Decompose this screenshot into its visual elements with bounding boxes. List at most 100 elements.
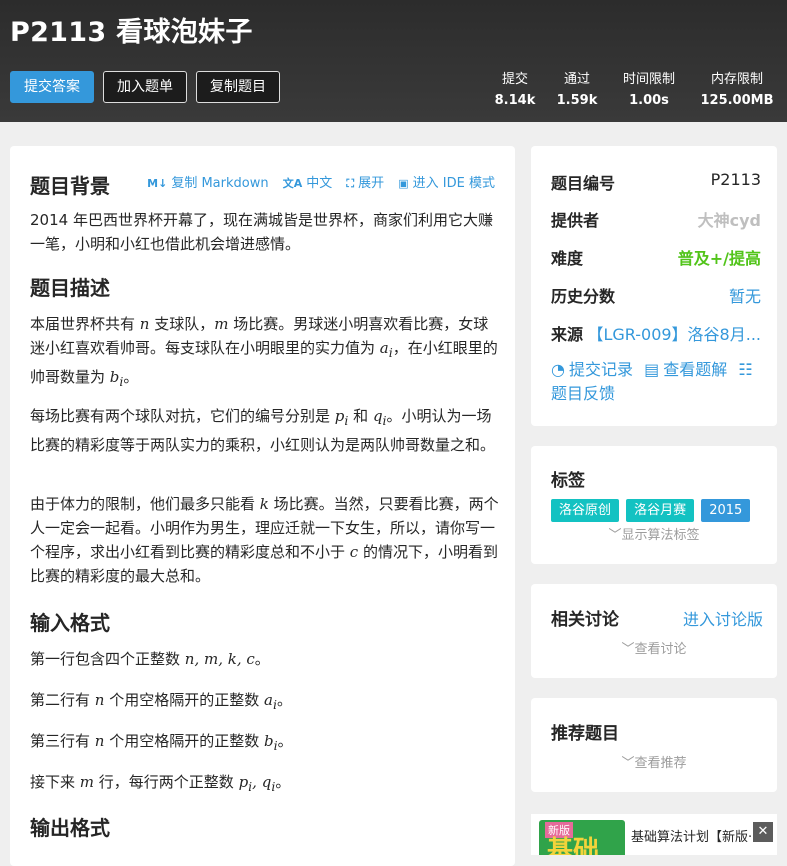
math: n: [94, 691, 105, 709]
recommendation-card: 推荐题目 ﹀查看推荐: [531, 698, 777, 792]
math: q: [261, 773, 272, 791]
text: 和: [348, 407, 373, 425]
math: k: [259, 495, 269, 513]
math: c: [349, 543, 359, 561]
stat-value: 125.00MB: [700, 93, 774, 108]
view-recommendation-toggle[interactable]: ﹀查看推荐: [531, 752, 777, 771]
text: 第一行包含四个正整数: [30, 650, 185, 668]
stat-label: 提交: [501, 72, 528, 87]
pie-chart-icon: ◔: [551, 360, 565, 379]
text: 。: [123, 368, 139, 386]
statement-tools: M↓ 复制 Markdown 文A 中文 ⛶ 展开 ▣ 进入 IDE 模式: [137, 172, 495, 191]
show-algorithm-tags-toggle[interactable]: ﹀显示算法标签: [531, 524, 777, 543]
tag[interactable]: 2015: [701, 499, 751, 522]
chevron-down-icon: ﹀: [608, 528, 622, 543]
close-icon[interactable]: ✕: [753, 822, 773, 842]
copy-markdown-link[interactable]: M↓ 复制 Markdown: [147, 176, 268, 191]
language-label: 中文: [306, 176, 333, 191]
problem-statement-card: 题目背景 M↓ 复制 Markdown 文A 中文 ⛶ 展开 ▣ 进入 IDE 模式 2…: [10, 146, 515, 866]
input-line-3: 第三行有 n 个用空格隔开的正整数 bi。: [30, 729, 500, 758]
text: 个用空格隔开的正整数: [104, 691, 264, 709]
terminal-icon: ▣: [398, 177, 409, 190]
expand-link[interactable]: ⛶ 展开: [346, 176, 384, 191]
chevron-down-icon: ﹀: [621, 642, 635, 657]
enter-discussion-link[interactable]: 进入讨论版: [683, 606, 763, 630]
math: b: [264, 732, 274, 750]
description-paragraph-1: 本届世界杯共有 n 支球队，m 场比赛。男球迷小明喜欢看比赛，女球迷小红喜欢看帅…: [30, 312, 500, 394]
text: 个用空格隔开的正整数: [104, 732, 264, 750]
info-row-source: 来源 【LGR-009】洛谷8月...: [551, 321, 761, 345]
tag[interactable]: 洛谷原创: [551, 499, 620, 522]
language-link[interactable]: 文A 中文: [283, 176, 333, 191]
markdown-icon: M↓: [147, 177, 168, 190]
math: n, m, k, c: [184, 650, 255, 668]
text: 接下来: [30, 773, 80, 791]
toggle-label: 查看讨论: [634, 642, 687, 657]
list-icon: ☷: [738, 360, 753, 379]
text: 。: [275, 773, 291, 791]
stat-submissions: 提交 8.14k: [492, 68, 538, 108]
discussion-card: 相关讨论 进入讨论版 ﹀查看讨论: [531, 584, 777, 678]
stat-memory-limit: 内存限制 125.00MB: [700, 68, 774, 108]
toggle-label: 显示算法标签: [621, 528, 700, 543]
text: 支球队，: [149, 315, 215, 333]
feedback-label: 题目反馈: [551, 384, 616, 403]
score-value: 暂无: [728, 287, 761, 306]
text: 由于体力的限制，他们最多只能看: [30, 495, 260, 513]
toggle-label: 查看推荐: [634, 756, 687, 771]
submission-records-link[interactable]: ◔ 提交记录: [551, 360, 633, 379]
problem-info-card: 题目编号 P2113 提供者 大神cyd 难度 普及+/提高 历史分数 暂无 来…: [531, 146, 777, 426]
provider-link[interactable]: 大神cyd: [698, 207, 761, 231]
stat-label: 时间限制: [622, 72, 675, 87]
add-to-list-button[interactable]: 加入题单: [103, 71, 187, 103]
solutions-label: 查看题解: [663, 360, 728, 379]
math: q: [372, 407, 383, 425]
description-paragraph-2: 每场比赛有两个球队对抗，它们的编号分别是 pi 和 qi。小明认为一场比赛的精彩…: [30, 404, 500, 457]
background-heading: 题目背景: [30, 174, 110, 198]
math: n: [94, 732, 105, 750]
difficulty-value: 普及+/提高: [677, 249, 761, 268]
source-link[interactable]: 【LGR-009】洛谷8月...: [587, 321, 761, 345]
tags-card: 标签 洛谷原创 洛谷月赛 2015 ﹀显示算法标签: [531, 446, 777, 564]
text: 第二行有: [30, 691, 95, 709]
view-solutions-link[interactable]: ▤ 查看题解: [644, 360, 727, 379]
expand-icon: ⛶: [346, 177, 355, 190]
copy-problem-button[interactable]: 复制题目: [196, 71, 280, 103]
promo-banner[interactable]: 新版 基础 基础算法计划【新版·已 ✕: [531, 814, 777, 855]
stat-value: 1.00s: [629, 93, 669, 108]
math: p: [238, 773, 249, 791]
recommendation-heading: 推荐题目: [551, 724, 619, 744]
text: 。: [276, 691, 292, 709]
math: m: [214, 315, 229, 333]
info-row-provider: 提供者 大神cyd: [551, 207, 761, 231]
description-paragraph-3: 由于体力的限制，他们最多只能看 k 场比赛。当然，只要看比赛，两个人一定会一起看…: [30, 492, 500, 588]
text: 行，每行两个正整数: [94, 773, 239, 791]
view-discussion-toggle[interactable]: ﹀查看讨论: [531, 638, 777, 657]
text: 。: [254, 650, 270, 668]
ide-mode-link[interactable]: ▣ 进入 IDE 模式: [398, 176, 495, 191]
records-label: 提交记录: [568, 360, 633, 379]
stat-value: 1.59k: [556, 93, 598, 108]
translate-icon: 文A: [282, 177, 303, 190]
ide-mode-label: 进入 IDE 模式: [412, 176, 495, 191]
text: 本届世界杯共有: [30, 315, 140, 333]
promo-thumb-text: 基础: [547, 836, 600, 855]
math: p: [334, 407, 345, 425]
book-icon: ▤: [644, 360, 660, 379]
chevron-down-icon: ﹀: [621, 756, 635, 771]
tag[interactable]: 洛谷月赛: [626, 499, 695, 522]
info-links: ◔ 提交记录 ▤ 查看题解 ☷ 题目反馈: [551, 358, 763, 406]
submit-answer-button[interactable]: 提交答案: [10, 71, 94, 103]
problem-title: P2113 看球泡妹子: [10, 17, 253, 48]
info-label: 提供者: [551, 211, 600, 230]
math: a: [379, 339, 389, 357]
info-label: 来源: [551, 325, 584, 344]
input-format-heading: 输入格式: [30, 611, 110, 635]
problem-header: P2113 看球泡妹子 提交答案 加入题单 复制题目 提交 8.14k 通过 1…: [0, 0, 787, 122]
stat-label: 内存限制: [710, 72, 763, 87]
info-value: P2113: [710, 170, 761, 189]
tag-list: 洛谷原创 洛谷月赛 2015: [551, 499, 752, 522]
info-label: 难度: [551, 249, 584, 268]
tags-heading: 标签: [551, 471, 585, 491]
stat-value: 8.14k: [494, 93, 536, 108]
